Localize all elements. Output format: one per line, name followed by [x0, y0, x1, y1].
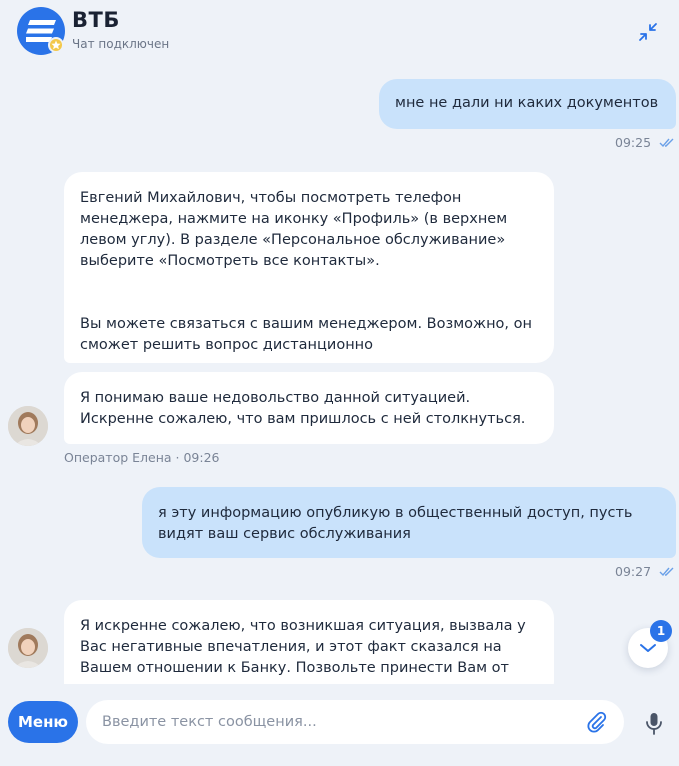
attach-button[interactable]: [584, 710, 608, 734]
collapse-button[interactable]: [636, 20, 660, 44]
message-outgoing: я эту информацию опубликую в общественны…: [142, 487, 676, 558]
microphone-button[interactable]: [644, 712, 664, 736]
menu-button[interactable]: Меню: [8, 701, 78, 743]
chevron-down-icon: [640, 644, 656, 652]
message-text: мне не дали ни каких документов: [395, 95, 659, 111]
message-incoming: Евгений Михайлович, чтобы посмотреть тел…: [64, 172, 554, 363]
operator-avatar: [8, 628, 48, 668]
double-check-icon: [659, 138, 674, 148]
star-badge-icon: [48, 37, 64, 53]
collapse-arrows-icon: [639, 23, 657, 41]
message-incoming: Я понимаю ваше недовольство данной ситуа…: [64, 372, 554, 444]
composer-bar: Меню: [0, 684, 679, 766]
operator-label: Оператор Елена · 09:26: [64, 450, 220, 465]
page-title: ВТБ: [72, 8, 120, 32]
connection-status: Чат подключен: [72, 37, 170, 51]
message-time: 09:27: [615, 564, 652, 579]
message-text: Я понимаю ваше недовольство данной ситуа…: [80, 390, 526, 427]
operator-avatar: [8, 406, 48, 446]
message-text: Я искренне сожалею, что возникшая ситуац…: [80, 618, 526, 676]
paperclip-icon: [587, 711, 607, 733]
message-paragraph: Евгений Михайлович, чтобы посмотреть тел…: [80, 190, 508, 269]
microphone-icon: [646, 713, 662, 735]
message-outgoing: мне не дали ни каких документов: [379, 79, 676, 129]
message-text: я эту информацию опубликую в общественны…: [158, 505, 633, 542]
message-input-wrapper: [86, 700, 624, 744]
chat-header: ВТБ Чат подключен: [0, 0, 679, 64]
message-paragraph: Вы можете связаться с вашим менеджером. …: [80, 316, 532, 353]
message-time: 09:25: [615, 135, 652, 150]
unread-count-badge: 1: [650, 620, 672, 642]
message-input[interactable]: [102, 700, 572, 744]
double-check-icon: [659, 567, 674, 577]
